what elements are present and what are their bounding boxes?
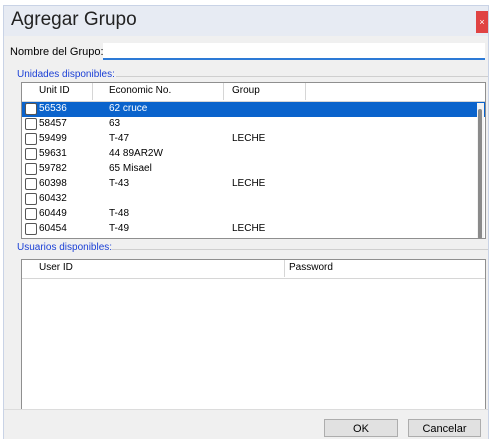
group-name-label: Nombre del Grupo: bbox=[10, 46, 104, 58]
units-scrollbar-thumb[interactable] bbox=[478, 109, 482, 238]
group-cell: LECHE bbox=[232, 223, 266, 234]
table-row[interactable]: 60454 T-49 LECHE bbox=[22, 222, 485, 237]
economic-no-cell: T-43 bbox=[109, 178, 130, 189]
group-cell: LECHE bbox=[232, 133, 266, 144]
group-cell: LECHE bbox=[232, 178, 266, 189]
economic-no-cell: 44 89AR2W bbox=[109, 148, 163, 159]
economic-no-cell: T-47 bbox=[109, 133, 130, 144]
unit-id-cell: 60398 bbox=[39, 178, 67, 189]
row-checkbox[interactable] bbox=[25, 223, 37, 235]
units-table[interactable]: Unit ID Economic No. Group 56536 62 cruce… bbox=[21, 82, 486, 239]
title-bar: Agregar Grupo × bbox=[4, 6, 488, 36]
ok-button[interactable]: OK bbox=[324, 419, 398, 437]
unit-id-cell: 60449 bbox=[39, 208, 67, 219]
column-divider bbox=[305, 83, 306, 100]
unit-id-cell: 60454 bbox=[39, 223, 67, 234]
users-section-label: Usuarios disponibles: bbox=[17, 242, 113, 253]
table-row[interactable]: 60432 bbox=[22, 192, 485, 207]
row-checkbox[interactable] bbox=[25, 193, 37, 205]
dialog-window: Agregar Grupo × Nombre del Grupo: Unidad… bbox=[3, 5, 489, 439]
cancel-button[interactable]: Cancelar bbox=[408, 419, 481, 437]
economic-no-cell: 63 bbox=[109, 118, 121, 129]
row-checkbox[interactable] bbox=[25, 163, 37, 175]
unit-id-cell: 59499 bbox=[39, 133, 67, 144]
economic-no-cell: 65 Misael bbox=[109, 163, 152, 174]
units-scrollbar[interactable] bbox=[477, 103, 484, 238]
economic-no-cell: T-48 bbox=[109, 208, 130, 219]
units-table-body: 56536 62 cruce 58457 63 59499 T-47 LECHE 59631 4… bbox=[22, 102, 485, 237]
dialog-title: Agregar Grupo bbox=[11, 9, 137, 30]
table-row[interactable]: 59631 44 89AR2W bbox=[22, 147, 485, 162]
table-row[interactable]: 58457 63 bbox=[22, 117, 485, 132]
column-economic-no[interactable]: Economic No. bbox=[109, 85, 171, 96]
table-row[interactable]: 59499 T-47 LECHE bbox=[22, 132, 485, 147]
users-table[interactable]: User ID Password bbox=[21, 259, 486, 411]
column-divider bbox=[223, 83, 224, 100]
column-unit-id[interactable]: Unit ID bbox=[39, 85, 70, 96]
unit-id-cell: 59631 bbox=[39, 148, 67, 159]
unit-id-cell: 58457 bbox=[39, 118, 67, 129]
unit-id-cell: 60432 bbox=[39, 193, 67, 204]
users-table-header: User ID Password bbox=[22, 260, 485, 279]
close-icon[interactable]: × bbox=[476, 11, 488, 33]
row-checkbox[interactable] bbox=[25, 178, 37, 190]
economic-no-cell: T-49 bbox=[109, 223, 130, 234]
group-name-input[interactable] bbox=[103, 43, 485, 60]
users-section-divider bbox=[112, 249, 488, 250]
row-checkbox[interactable] bbox=[25, 118, 37, 130]
economic-no-cell: 62 cruce bbox=[109, 103, 148, 114]
table-row[interactable]: 60398 T-43 LECHE bbox=[22, 177, 485, 192]
unit-id-cell: 56536 bbox=[39, 103, 67, 114]
column-group[interactable]: Group bbox=[232, 85, 260, 96]
table-row[interactable]: 60449 T-48 bbox=[22, 207, 485, 222]
row-checkbox[interactable] bbox=[25, 103, 37, 115]
column-user-id[interactable]: User ID bbox=[39, 262, 73, 273]
unit-id-cell: 59782 bbox=[39, 163, 67, 174]
column-divider bbox=[284, 260, 285, 277]
row-checkbox[interactable] bbox=[25, 148, 37, 160]
units-table-header: Unit ID Economic No. Group bbox=[22, 83, 485, 102]
units-section-divider bbox=[116, 76, 488, 77]
column-divider bbox=[92, 83, 93, 100]
table-row[interactable]: 56536 62 cruce bbox=[22, 102, 485, 117]
table-row[interactable]: 59782 65 Misael bbox=[22, 162, 485, 177]
row-checkbox[interactable] bbox=[25, 208, 37, 220]
units-section-label: Unidades disponibles: bbox=[17, 69, 115, 80]
row-checkbox[interactable] bbox=[25, 133, 37, 145]
column-password[interactable]: Password bbox=[289, 262, 333, 273]
